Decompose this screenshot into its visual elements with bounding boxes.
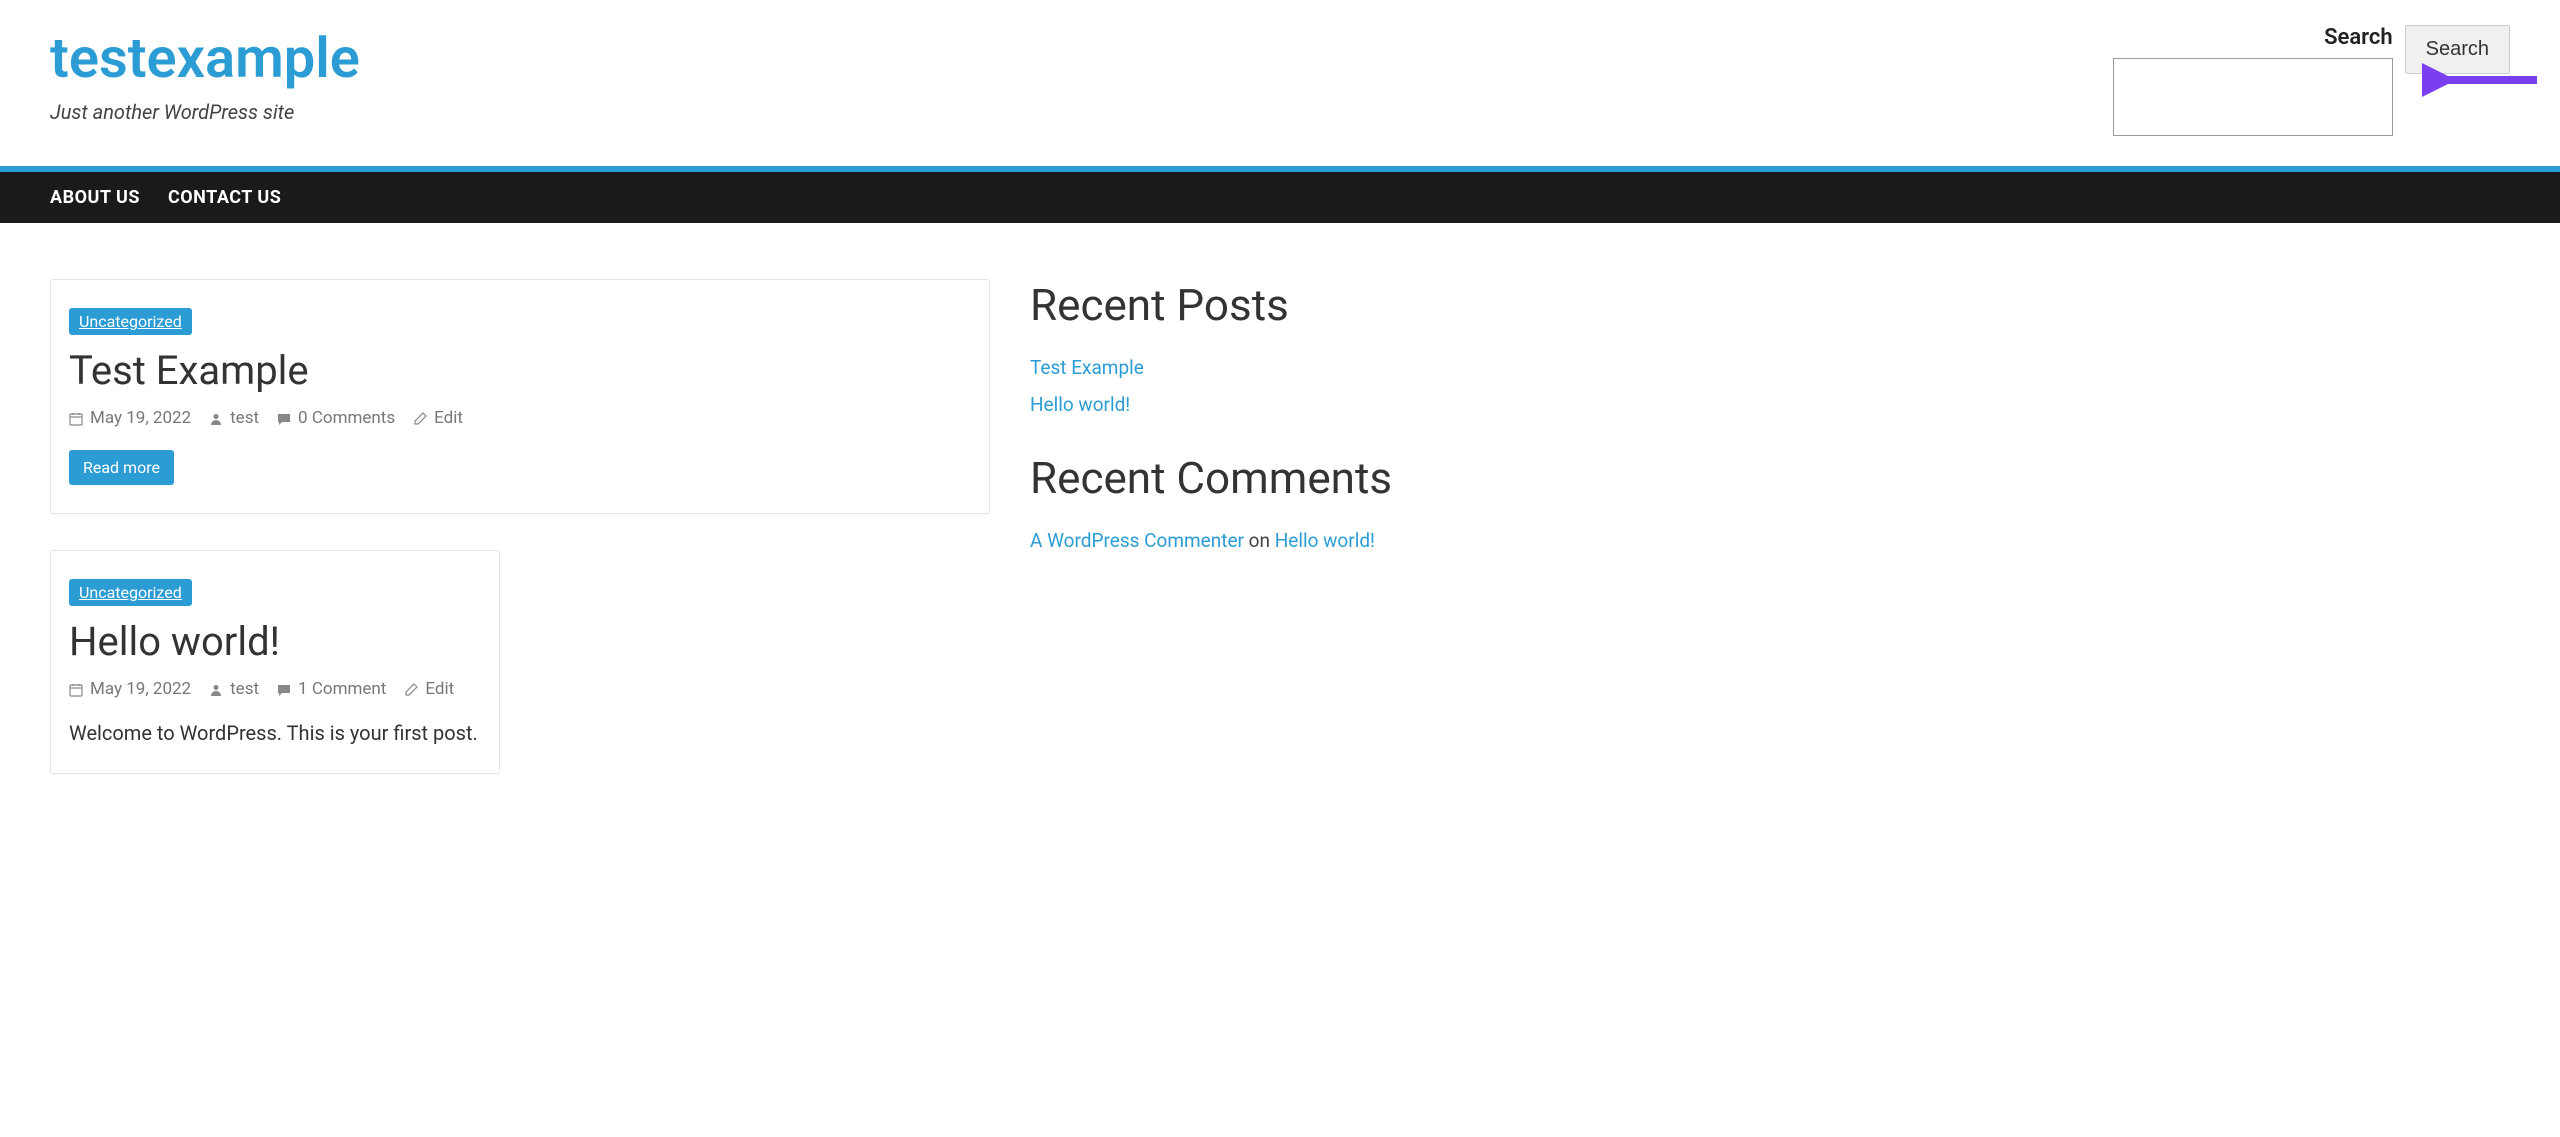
recent-post-link[interactable]: Test Example	[1030, 356, 1144, 379]
post-comments: 0 Comments	[277, 408, 395, 428]
comment-on-text: on	[1244, 529, 1275, 552]
recent-comments-widget: Recent Comments A WordPress Commenter on…	[1030, 452, 1510, 552]
post-title: Hello world!	[69, 618, 481, 665]
post-meta: May 19, 2022 test 0 Comments	[69, 408, 971, 428]
post-title-link[interactable]: Hello world!	[69, 618, 280, 665]
post-edit: Edit	[404, 679, 454, 699]
list-item: A WordPress Commenter on Hello world!	[1030, 529, 1510, 552]
post-author: test	[209, 679, 259, 699]
post-author: test	[209, 408, 259, 428]
post-author-link[interactable]: test	[230, 679, 259, 699]
recent-comments-list: A WordPress Commenter on Hello world!	[1030, 529, 1510, 552]
main-nav: ABOUT US CONTACT US	[0, 166, 2560, 223]
post-title: Test Example	[69, 347, 971, 394]
category-badge[interactable]: Uncategorized	[69, 579, 192, 606]
site-branding: testexample Just another WordPress site	[50, 25, 360, 124]
comment-icon	[277, 682, 291, 696]
comment-icon	[277, 411, 291, 425]
user-icon	[209, 411, 223, 425]
sidebar: Recent Posts Test Example Hello world! R…	[1030, 279, 1510, 810]
recent-posts-widget: Recent Posts Test Example Hello world!	[1030, 279, 1510, 416]
post-date: May 19, 2022	[69, 679, 191, 699]
edit-icon	[413, 411, 427, 425]
post-card: Uncategorized Test Example May 19, 2022 …	[50, 279, 990, 514]
post-meta: May 19, 2022 test 1 Comment	[69, 679, 481, 699]
post-edit-link[interactable]: Edit	[425, 679, 454, 699]
calendar-icon	[69, 682, 83, 696]
widget-title: Recent Posts	[1030, 279, 1510, 332]
nav-item-contact-us[interactable]: CONTACT US	[168, 172, 281, 223]
recent-posts-list: Test Example Hello world!	[1030, 356, 1510, 416]
site-title-link[interactable]: testexample	[50, 25, 360, 91]
site-tagline: Just another WordPress site	[50, 100, 360, 124]
list-item: Hello world!	[1030, 393, 1510, 416]
annotation-arrow-icon	[2422, 60, 2542, 104]
calendar-icon	[69, 411, 83, 425]
post-excerpt: Welcome to WordPress. This is your first…	[69, 721, 481, 745]
post-comments-link[interactable]: 1 Comment	[298, 679, 386, 699]
post-comments-link[interactable]: 0 Comments	[298, 408, 395, 428]
post-date: May 19, 2022	[69, 408, 191, 428]
read-more-button[interactable]: Read more	[69, 450, 174, 485]
comment-author-link[interactable]: A WordPress Commenter	[1030, 529, 1244, 552]
list-item: Test Example	[1030, 356, 1510, 379]
nav-item-about-us[interactable]: ABOUT US	[50, 172, 140, 223]
site-header: testexample Just another WordPress site …	[0, 0, 2560, 166]
search-input[interactable]	[2113, 58, 2393, 136]
category-badge[interactable]: Uncategorized	[69, 308, 192, 335]
main-column: Uncategorized Test Example May 19, 2022 …	[50, 279, 990, 810]
post-title-link[interactable]: Test Example	[69, 347, 309, 394]
comment-post-link[interactable]: Hello world!	[1275, 529, 1375, 552]
post-date-text: May 19, 2022	[90, 408, 191, 428]
post-card: Uncategorized Hello world! May 19, 2022 …	[50, 550, 500, 774]
post-comments: 1 Comment	[277, 679, 386, 699]
site-title: testexample	[50, 25, 360, 92]
recent-post-link[interactable]: Hello world!	[1030, 393, 1130, 416]
content-area: Uncategorized Test Example May 19, 2022 …	[0, 223, 2560, 866]
post-edit: Edit	[413, 408, 463, 428]
user-icon	[209, 682, 223, 696]
post-author-link[interactable]: test	[230, 408, 259, 428]
edit-icon	[404, 682, 418, 696]
widget-title: Recent Comments	[1030, 452, 1510, 505]
post-edit-link[interactable]: Edit	[434, 408, 463, 428]
post-date-text: May 19, 2022	[90, 679, 191, 699]
search-label: Search	[2113, 25, 2393, 50]
